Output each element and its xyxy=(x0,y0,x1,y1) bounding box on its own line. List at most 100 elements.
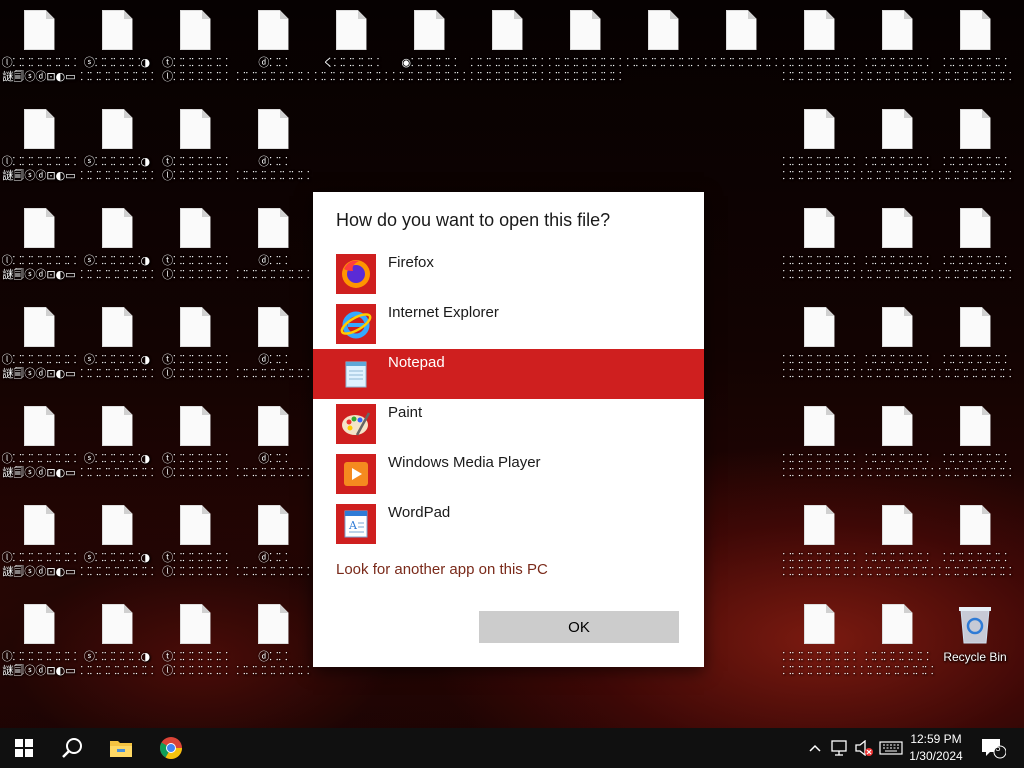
chrome-button[interactable] xyxy=(147,728,195,768)
desktop-file-icon[interactable]: ⓓ⸬⸬ ⸬⸬⸬⸬⸬⸬⸬⸬ xyxy=(234,495,312,591)
file-icon xyxy=(881,109,913,149)
file-icon xyxy=(569,10,601,50)
look-for-another-app-link[interactable]: Look for another app on this PC xyxy=(336,561,548,578)
desktop-file-icon[interactable]: ◉⸬⸬⸬⸬⸬ ⸬⸬⸬⸬⸬⸬⸬⸬ xyxy=(390,0,468,96)
file-label: ⓓ⸬⸬ ⸬⸬⸬⸬⸬⸬⸬⸬ xyxy=(234,56,312,84)
desktop-file-icon[interactable]: ⓢ⸬⸬⸬⸬⸬◑ ⸬⸬⸬⸬⸬⸬⸬⸬ xyxy=(78,396,156,492)
file-icon xyxy=(881,406,913,446)
desktop-file-icon[interactable]: ⸬⸬⸬⸬⸬⸬⸬⸬ xyxy=(702,0,780,96)
recycle-bin[interactable]: Recycle Bin xyxy=(936,594,1014,690)
desktop-file-icon[interactable]: ⓛ⸬⸬⸬⸬⸬⸬⸬ 謎🗐ⓢⓓ⊡◐▭ xyxy=(0,495,78,591)
file-label: ⓢ⸬⸬⸬⸬⸬◑ ⸬⸬⸬⸬⸬⸬⸬⸬ xyxy=(78,353,156,381)
app-option-firefox[interactable]: Firefox xyxy=(313,249,704,299)
file-label: ⓣ⸬⸬⸬⸬⸬⸬ ⓛ⸬⸬⸬⸬⸬⸬ xyxy=(156,56,234,84)
dialog-title: How do you want to open this file? xyxy=(336,210,611,230)
desktop-file-icon[interactable]: ⓓ⸬⸬ ⸬⸬⸬⸬⸬⸬⸬⸬ xyxy=(234,99,312,195)
desktop-file-icon[interactable]: ⸬⸬⸬⸬⸬⸬⸬⸬ ⸬⸬⸬⸬⸬⸬⸬⸬ xyxy=(468,0,546,96)
network-icon xyxy=(831,740,847,756)
desktop-file-icon[interactable]: ⓓ⸬⸬ ⸬⸬⸬⸬⸬⸬⸬⸬ xyxy=(234,396,312,492)
desktop-file-icon[interactable]: ⓢ⸬⸬⸬⸬⸬◑ ⸬⸬⸬⸬⸬⸬⸬⸬ xyxy=(78,297,156,393)
ok-button[interactable]: OK xyxy=(479,611,679,643)
desktop-file-icon[interactable]: ⸬⸬⸬⸬⸬⸬⸬ ⸬⸬⸬⸬⸬⸬⸬⸬ xyxy=(858,495,936,591)
search-button[interactable] xyxy=(48,728,96,768)
desktop-file-icon[interactable]: ⸬⸬⸬⸬⸬⸬⸬ ⸬⸬⸬⸬⸬⸬⸬⸬ xyxy=(858,0,936,96)
file-icon xyxy=(803,208,835,248)
file-label: ⸬⸬⸬⸬⸬⸬⸬⸬ ⸬⸬⸬⸬⸬⸬⸬⸬ xyxy=(780,452,858,480)
desktop-file-icon[interactable]: ⸬⸬⸬⸬⸬⸬⸬ ⸬⸬⸬⸬⸬⸬⸬⸬ xyxy=(936,396,1014,492)
desktop-file-icon[interactable]: ⸬⸬⸬⸬⸬⸬⸬⸬ ⸬⸬⸬⸬⸬⸬⸬⸬ xyxy=(780,495,858,591)
volume-button[interactable] xyxy=(853,728,875,768)
file-label: ⓣ⸬⸬⸬⸬⸬⸬ ⓛ⸬⸬⸬⸬⸬⸬ xyxy=(156,254,234,282)
desktop-file-icon[interactable]: ⸬⸬⸬⸬⸬⸬⸬ ⸬⸬⸬⸬⸬⸬⸬⸬ xyxy=(858,396,936,492)
desktop-file-icon[interactable]: ⸬⸬⸬⸬⸬⸬⸬ ⸬⸬⸬⸬⸬⸬⸬⸬ xyxy=(936,0,1014,96)
desktop-file-icon[interactable]: く⸬⸬⸬⸬⸬ ⸬⸬⸬⸬⸬⸬⸬⸬ xyxy=(312,0,390,96)
file-label-line: 謎🗐ⓢⓓ⊡◐▭ xyxy=(2,169,76,182)
file-label-line: ◉⸬⸬⸬⸬⸬ xyxy=(401,56,457,69)
desktop-file-icon[interactable]: ⓣ⸬⸬⸬⸬⸬⸬ ⓛ⸬⸬⸬⸬⸬⸬ xyxy=(156,396,234,492)
desktop-file-icon[interactable]: ⓓ⸬⸬ ⸬⸬⸬⸬⸬⸬⸬⸬ xyxy=(234,0,312,96)
file-label-line: ⓣ⸬⸬⸬⸬⸬⸬ xyxy=(162,155,228,168)
desktop-file-icon[interactable]: ⸬⸬⸬⸬⸬⸬⸬ ⸬⸬⸬⸬⸬⸬⸬⸬ xyxy=(936,198,1014,294)
desktop-file-icon[interactable]: ⸬⸬⸬⸬⸬⸬⸬ ⸬⸬⸬⸬⸬⸬⸬⸬ xyxy=(858,594,936,690)
app-option-paint[interactable]: Paint xyxy=(313,399,704,449)
desktop-file-icon[interactable]: ⸬⸬⸬⸬⸬⸬⸬ ⸬⸬⸬⸬⸬⸬⸬⸬ xyxy=(936,297,1014,393)
file-label: ⸬⸬⸬⸬⸬⸬⸬ ⸬⸬⸬⸬⸬⸬⸬⸬ xyxy=(936,452,1014,480)
desktop-file-icon[interactable]: ⓛ⸬⸬⸬⸬⸬⸬⸬ 謎🗐ⓢⓓ⊡◐▭ xyxy=(0,297,78,393)
desktop-file-icon[interactable]: ⸬⸬⸬⸬⸬⸬⸬⸬ ⸬⸬⸬⸬⸬⸬⸬⸬ xyxy=(780,594,858,690)
file-label-line: ⸬⸬⸬⸬⸬⸬⸬ xyxy=(943,353,1007,366)
desktop-file-icon[interactable]: ⸬⸬⸬⸬⸬⸬⸬⸬ xyxy=(624,0,702,96)
start-button[interactable] xyxy=(0,728,48,768)
desktop-file-icon[interactable]: ⸬⸬⸬⸬⸬⸬⸬ ⸬⸬⸬⸬⸬⸬⸬⸬ xyxy=(858,99,936,195)
desktop-file-icon[interactable]: ⸬⸬⸬⸬⸬⸬⸬ ⸬⸬⸬⸬⸬⸬⸬⸬ xyxy=(858,297,936,393)
clock[interactable]: 12:59 PM 1/30/2024 xyxy=(900,731,972,765)
desktop-file-icon[interactable]: ⸬⸬⸬⸬⸬⸬⸬⸬ ⸬⸬⸬⸬⸬⸬⸬⸬ xyxy=(780,0,858,96)
file-label: ⸬⸬⸬⸬⸬⸬⸬ ⸬⸬⸬⸬⸬⸬⸬⸬ xyxy=(858,452,936,480)
desktop-file-icon[interactable]: ⓢ⸬⸬⸬⸬⸬◑ ⸬⸬⸬⸬⸬⸬⸬⸬ xyxy=(78,99,156,195)
file-label-line: ⸬⸬⸬⸬⸬⸬⸬⸬ xyxy=(938,70,1012,83)
desktop-file-icon[interactable]: ⓢ⸬⸬⸬⸬⸬◑ ⸬⸬⸬⸬⸬⸬⸬⸬ xyxy=(78,594,156,690)
file-icon xyxy=(959,307,991,347)
desktop-file-icon[interactable]: ⓣ⸬⸬⸬⸬⸬⸬ ⓛ⸬⸬⸬⸬⸬⸬ xyxy=(156,99,234,195)
file-label: ⸬⸬⸬⸬⸬⸬⸬ ⸬⸬⸬⸬⸬⸬⸬⸬ xyxy=(858,551,936,579)
network-button[interactable] xyxy=(829,728,851,768)
desktop-file-icon[interactable]: ⸬⸬⸬⸬⸬⸬⸬⸬ ⸬⸬⸬⸬⸬⸬⸬⸬ xyxy=(546,0,624,96)
desktop-file-icon[interactable]: ⸬⸬⸬⸬⸬⸬⸬⸬ ⸬⸬⸬⸬⸬⸬⸬⸬ xyxy=(780,396,858,492)
file-label-line: ⸬⸬⸬⸬⸬⸬⸬⸬ xyxy=(626,56,700,69)
desktop-file-icon[interactable]: ⓢ⸬⸬⸬⸬⸬◑ ⸬⸬⸬⸬⸬⸬⸬⸬ xyxy=(78,495,156,591)
desktop-file-icon[interactable]: ⓣ⸬⸬⸬⸬⸬⸬ ⓛ⸬⸬⸬⸬⸬⸬ xyxy=(156,297,234,393)
desktop-file-icon[interactable]: ⸬⸬⸬⸬⸬⸬⸬⸬ ⸬⸬⸬⸬⸬⸬⸬⸬ xyxy=(780,297,858,393)
app-option-notepad[interactable]: Notepad xyxy=(313,349,704,399)
desktop-file-icon[interactable]: ⸬⸬⸬⸬⸬⸬⸬ ⸬⸬⸬⸬⸬⸬⸬⸬ xyxy=(858,198,936,294)
app-option-internet-explorer[interactable]: Internet Explorer xyxy=(313,299,704,349)
notification-center-button[interactable]: 5 xyxy=(978,728,1008,768)
file-label-line: ⸬⸬⸬⸬⸬⸬⸬⸬ xyxy=(938,169,1012,182)
desktop-file-icon[interactable]: ⓛ⸬⸬⸬⸬⸬⸬⸬ 謎🗐ⓢⓓ⊡◐▭ xyxy=(0,396,78,492)
file-label-line: ⸬⸬⸬⸬⸬⸬⸬⸬ xyxy=(80,664,154,677)
desktop-file-icon[interactable]: ⓛ⸬⸬⸬⸬⸬⸬⸬ 謎🗐ⓢⓓ⊡◐▭ xyxy=(0,198,78,294)
file-label-line: ⓓ⸬⸬ xyxy=(258,452,288,465)
desktop-file-icon[interactable]: ⓣ⸬⸬⸬⸬⸬⸬ ⓛ⸬⸬⸬⸬⸬⸬ xyxy=(156,198,234,294)
desktop-file-icon[interactable]: ⓛ⸬⸬⸬⸬⸬⸬⸬ 謎🗐ⓢⓓ⊡◐▭ xyxy=(0,99,78,195)
desktop-file-icon[interactable]: ⸬⸬⸬⸬⸬⸬⸬⸬ ⸬⸬⸬⸬⸬⸬⸬⸬ xyxy=(780,99,858,195)
file-icon xyxy=(647,10,679,50)
show-hidden-icons-button[interactable] xyxy=(805,728,825,768)
desktop-file-icon[interactable]: ⓓ⸬⸬ ⸬⸬⸬⸬⸬⸬⸬⸬ xyxy=(234,297,312,393)
file-explorer-button[interactable] xyxy=(97,728,145,768)
app-option-wordpad[interactable]: A WordPad xyxy=(313,499,704,549)
file-label-line: ⸬⸬⸬⸬⸬⸬⸬ xyxy=(865,155,929,168)
desktop-file-icon[interactable]: ⓣ⸬⸬⸬⸬⸬⸬ ⓛ⸬⸬⸬⸬⸬⸬ xyxy=(156,594,234,690)
desktop-file-icon[interactable]: ⓢ⸬⸬⸬⸬⸬◑ ⸬⸬⸬⸬⸬⸬⸬⸬ xyxy=(78,198,156,294)
file-label-line: ⓢ⸬⸬⸬⸬⸬◑ xyxy=(83,650,151,663)
desktop-file-icon[interactable]: ⸬⸬⸬⸬⸬⸬⸬⸬ ⸬⸬⸬⸬⸬⸬⸬⸬ xyxy=(780,198,858,294)
file-label-line: ⸬⸬⸬⸬⸬⸬⸬⸬ xyxy=(470,70,544,83)
app-option-windows-media-player[interactable]: Windows Media Player xyxy=(313,449,704,499)
desktop-file-icon[interactable]: ⸬⸬⸬⸬⸬⸬⸬ ⸬⸬⸬⸬⸬⸬⸬⸬ xyxy=(936,99,1014,195)
desktop-file-icon[interactable]: ⓓ⸬⸬ ⸬⸬⸬⸬⸬⸬⸬⸬ xyxy=(234,198,312,294)
desktop-file-icon[interactable]: ⓛ⸬⸬⸬⸬⸬⸬⸬ 謎🗐ⓢⓓ⊡◐▭ xyxy=(0,594,78,690)
desktop-file-icon[interactable]: ⓢ⸬⸬⸬⸬⸬◑ ⸬⸬⸬⸬⸬⸬⸬⸬ xyxy=(78,0,156,96)
desktop-file-icon[interactable]: ⓣ⸬⸬⸬⸬⸬⸬ ⓛ⸬⸬⸬⸬⸬⸬ xyxy=(156,495,234,591)
desktop-file-icon[interactable]: ⓛ⸬⸬⸬⸬⸬⸬⸬ 謎🗐ⓢⓓ⊡◐▭ xyxy=(0,0,78,96)
desktop-file-icon[interactable]: ⓣ⸬⸬⸬⸬⸬⸬ ⓛ⸬⸬⸬⸬⸬⸬ xyxy=(156,0,234,96)
desktop-file-icon[interactable]: ⓓ⸬⸬ ⸬⸬⸬⸬⸬⸬⸬⸬ xyxy=(234,594,312,690)
desktop-file-icon[interactable]: ⸬⸬⸬⸬⸬⸬⸬ ⸬⸬⸬⸬⸬⸬⸬⸬ xyxy=(936,495,1014,591)
